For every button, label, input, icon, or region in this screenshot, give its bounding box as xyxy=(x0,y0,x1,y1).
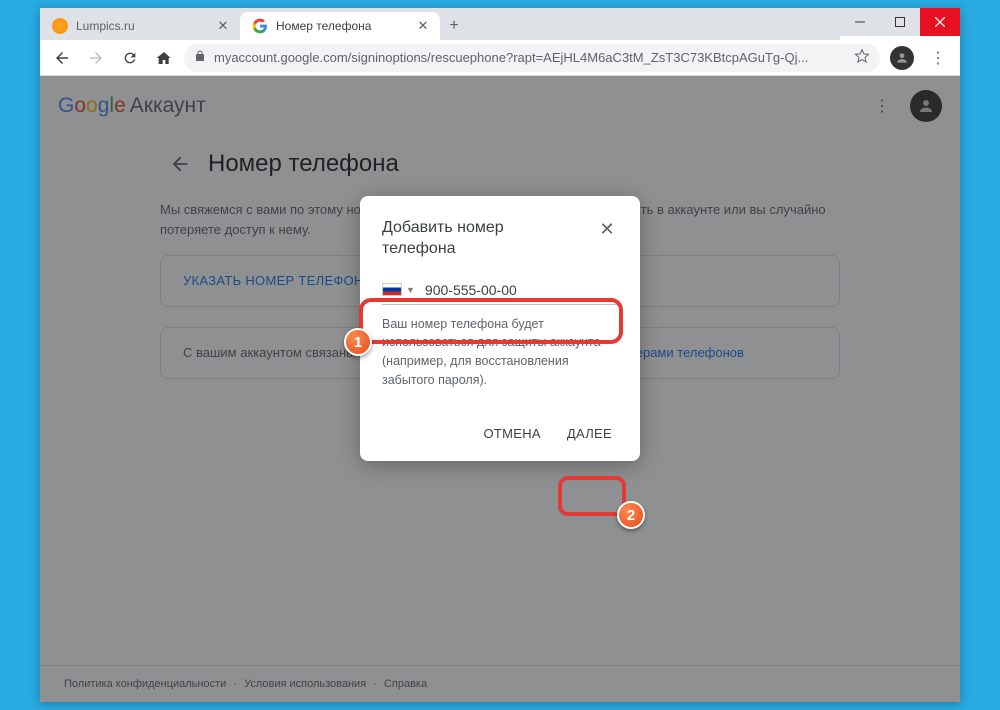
minimize-button[interactable] xyxy=(840,8,880,36)
browser-menu-button[interactable]: ⋮ xyxy=(924,44,952,72)
reload-button[interactable] xyxy=(116,44,144,72)
tab-phone[interactable]: Номер телефона ✕ xyxy=(240,12,440,40)
favicon-lumpics xyxy=(52,18,68,34)
home-button[interactable] xyxy=(150,44,178,72)
modal-title: Добавить номер телефона xyxy=(382,218,562,260)
annotation-badge-2: 2 xyxy=(617,501,645,529)
country-selector[interactable]: ▼ xyxy=(382,283,415,296)
russia-flag-icon xyxy=(382,283,402,296)
new-tab-button[interactable]: + xyxy=(440,12,468,40)
annotation-badge-1: 1 xyxy=(344,328,372,356)
maximize-button[interactable] xyxy=(880,8,920,36)
back-button[interactable] xyxy=(48,44,76,72)
forward-button[interactable] xyxy=(82,44,110,72)
phone-input[interactable] xyxy=(425,282,618,298)
add-phone-modal: Добавить номер телефона ✕ ▼ Ваш номер те… xyxy=(360,196,640,461)
favicon-google xyxy=(252,18,268,34)
window-controls xyxy=(840,8,960,36)
modal-close-button[interactable]: ✕ xyxy=(596,218,618,240)
titlebar: Lumpics.ru ✕ Номер телефона ✕ + xyxy=(40,8,960,40)
close-icon[interactable]: ✕ xyxy=(416,19,430,33)
tab-title: Номер телефона xyxy=(276,19,408,33)
lock-icon xyxy=(194,50,206,65)
address-bar: myaccount.google.com/signinoptions/rescu… xyxy=(40,40,960,76)
omnibox[interactable]: myaccount.google.com/signinoptions/rescu… xyxy=(184,44,880,72)
tab-lumpics[interactable]: Lumpics.ru ✕ xyxy=(40,12,240,40)
cancel-button[interactable]: ОТМЕНА xyxy=(477,418,546,449)
star-icon[interactable] xyxy=(854,48,870,67)
close-button[interactable] xyxy=(920,8,960,36)
tab-title: Lumpics.ru xyxy=(76,19,208,33)
tab-strip: Lumpics.ru ✕ Номер телефона ✕ + xyxy=(40,8,840,40)
browser-window: Lumpics.ru ✕ Номер телефона ✕ + myaccoun… xyxy=(40,8,960,702)
next-button[interactable]: ДАЛЕЕ xyxy=(561,418,618,449)
modal-description: Ваш номер телефона будет использоваться … xyxy=(382,315,618,390)
url-text: myaccount.google.com/signinoptions/rescu… xyxy=(214,50,848,65)
chevron-down-icon: ▼ xyxy=(406,285,415,295)
profile-avatar[interactable] xyxy=(890,46,914,70)
close-icon[interactable]: ✕ xyxy=(216,19,230,33)
phone-input-row: ▼ xyxy=(382,278,618,305)
modal-overlay[interactable]: Добавить номер телефона ✕ ▼ Ваш номер те… xyxy=(40,76,960,702)
